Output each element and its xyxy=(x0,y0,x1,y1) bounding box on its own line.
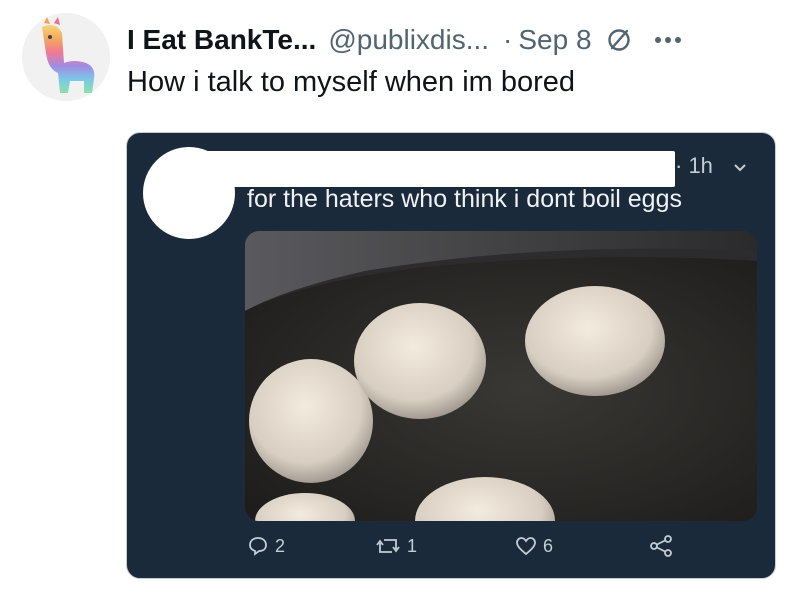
like-action[interactable]: 6 xyxy=(515,535,553,557)
more-options-icon[interactable] xyxy=(654,36,682,44)
tweet-media[interactable]: · 1h for the haters who think i dont boi… xyxy=(126,132,776,579)
llama-avatar-image xyxy=(22,13,110,101)
redacted-username xyxy=(187,151,675,187)
embedded-action-bar: 2 1 6 xyxy=(245,535,715,565)
reply-action[interactable]: 2 xyxy=(247,535,285,557)
like-count: 6 xyxy=(543,535,554,556)
share-icon xyxy=(650,535,672,557)
reply-icon xyxy=(249,537,267,556)
share-action[interactable] xyxy=(649,535,673,557)
author-avatar[interactable] xyxy=(22,13,110,101)
separator-dot: · xyxy=(503,24,513,55)
author-handle[interactable]: @publixdis... xyxy=(328,24,489,56)
author-display-name[interactable]: I Eat BankTe... xyxy=(127,24,316,56)
like-icon xyxy=(516,537,536,556)
reply-count: 2 xyxy=(275,535,286,556)
verified-badge-icon xyxy=(606,27,632,53)
tweet-header: I Eat BankTe... @publixdis... · Sep 8 xyxy=(127,22,780,58)
embedded-post-text: for the haters who think i dont boil egg… xyxy=(247,185,682,213)
chevron-down-icon xyxy=(734,164,746,172)
embedded-post-time: · 1h xyxy=(675,153,713,178)
retweet-action[interactable]: 1 xyxy=(375,535,417,557)
eggs-in-pot-photo xyxy=(245,231,757,521)
tweet-date[interactable]: Sep 8 xyxy=(518,24,591,56)
tweet-text: How i talk to myself when im bored xyxy=(127,66,576,98)
retweet-icon xyxy=(376,539,400,553)
retweet-count: 1 xyxy=(407,535,418,556)
